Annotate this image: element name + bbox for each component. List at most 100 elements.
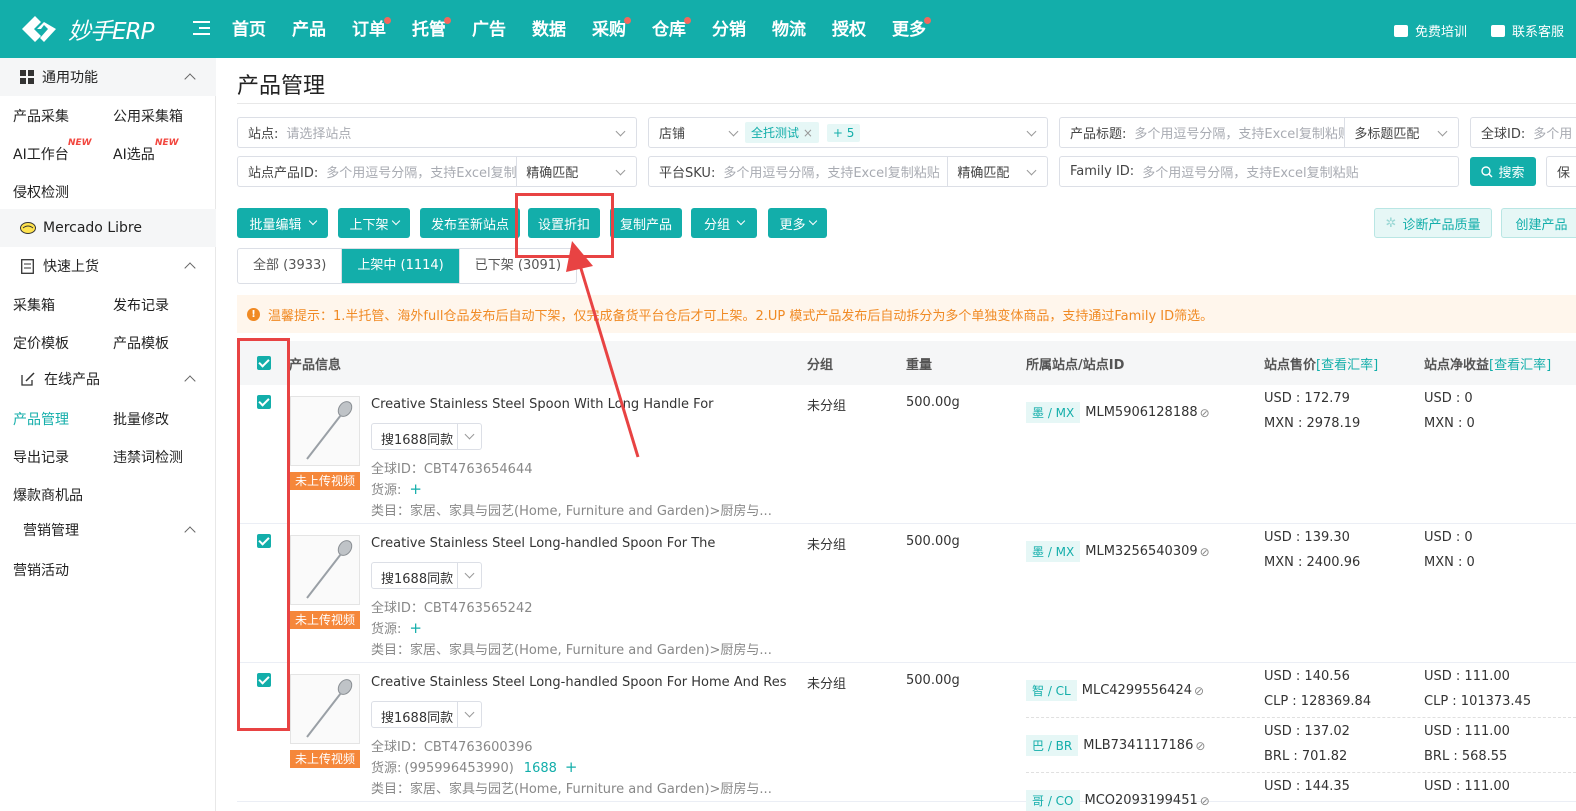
group-button[interactable]: 分组 <box>691 208 757 238</box>
sidebar-item-export-log[interactable]: 导出记录 <box>13 447 69 467</box>
chevron-up-icon[interactable] <box>184 526 196 538</box>
chevron-up-icon[interactable] <box>184 262 196 274</box>
product-name[interactable]: Creative Stainless Steel Long-handled Sp… <box>371 536 715 551</box>
exchange-rate-link[interactable]: [查看汇率] <box>1489 358 1551 373</box>
sidebar-item-ai-select[interactable]: AI选品 NEW <box>113 138 179 164</box>
site-cell: 智 / CL MLC4299556424 ⊘ <box>1026 680 1204 701</box>
search-button[interactable]: 搜索 <box>1470 157 1536 186</box>
copy-product-button[interactable]: 复制产品 <box>610 208 682 238</box>
close-icon[interactable]: × <box>803 126 813 140</box>
platform-sku-field[interactable]: 平台SKU: 多个用逗号分隔，支持Excel复制粘贴 精确匹配 <box>648 156 1048 187</box>
training-link[interactable]: 免费培训 <box>1394 21 1467 40</box>
product-name[interactable]: Creative Stainless Steel Long-handled Sp… <box>371 675 787 690</box>
sku-match-select[interactable]: 精确匹配 <box>948 162 1009 181</box>
global-id-field[interactable]: 全球ID: 多个用 <box>1470 117 1576 148</box>
product-name[interactable]: Creative Stainless Steel Spoon With Long… <box>371 397 714 412</box>
sidebar-item-marketing-activity[interactable]: 营销活动 <box>13 560 69 580</box>
nav-item[interactable]: 授权 <box>832 18 866 42</box>
nav-item[interactable]: 数据 <box>532 18 566 42</box>
site-id[interactable]: MCO2093199451 <box>1085 793 1198 808</box>
sidebar-item-collect-box[interactable]: 采集箱 <box>13 295 55 315</box>
link-icon[interactable]: ⊘ <box>1195 739 1205 753</box>
nav-item[interactable]: 分销 <box>712 18 746 42</box>
sidebar-section-online[interactable]: 在线产品 <box>0 360 216 398</box>
save-button[interactable]: 保 <box>1546 156 1576 187</box>
search-1688-button[interactable]: 搜1688同款 <box>371 701 482 728</box>
more-button[interactable]: 更多 <box>768 208 827 238</box>
sidebar-item-infringement[interactable]: 侵权检测 <box>13 182 69 202</box>
global-id-input[interactable]: 多个用 <box>1525 123 1572 142</box>
shop-tag[interactable]: 全托测试 × <box>745 122 819 143</box>
nav-item[interactable]: 物流 <box>772 18 806 42</box>
create-product-button[interactable]: 创建产品 <box>1501 208 1576 238</box>
monitor-icon <box>1394 24 1408 37</box>
sidebar-item-ai-workbench[interactable]: AI工作台 NEW <box>13 138 92 164</box>
sidebar-item-batch-modify[interactable]: 批量修改 <box>113 409 169 429</box>
nav-item[interactable]: 首页 <box>232 18 266 42</box>
nav-item[interactable]: 订单 <box>352 17 391 42</box>
sidebar-section-general[interactable]: 通用功能 <box>0 58 216 96</box>
shop-select[interactable]: 店铺 全托测试 × + 5 <box>648 117 1048 148</box>
link-icon[interactable]: ⊘ <box>1194 684 1204 698</box>
title-match-select[interactable]: 多标题匹配 <box>1345 123 1419 142</box>
sidebar-item-publish-log[interactable]: 发布记录 <box>113 295 169 315</box>
support-link[interactable]: 联系客服 <box>1491 21 1564 40</box>
sidebar-item-product-template[interactable]: 产品模板 <box>113 333 169 353</box>
site-id[interactable]: MLM5906128188 <box>1085 405 1197 420</box>
batch-edit-button[interactable]: 批量编辑 <box>237 208 328 238</box>
sku-input[interactable]: 多个用逗号分隔，支持Excel复制粘贴 <box>715 162 947 181</box>
search-button-label: 搜索 <box>1498 166 1525 181</box>
nav-item[interactable]: 广告 <box>472 18 506 42</box>
site-id[interactable]: MLB7341117186 <box>1083 738 1193 753</box>
nav-item[interactable]: 仓库 <box>652 17 691 42</box>
site-select[interactable]: 站点: 请选择站点 <box>237 117 637 148</box>
product-thumbnail[interactable] <box>290 535 360 605</box>
link-icon[interactable]: ⊘ <box>1200 794 1210 808</box>
top-navbar: 妙手ERP 首页 产品 订单 托管 广告 数据 采购 仓库 分销 物流 授权 更多 免费培训 联系客服 <box>0 0 1576 58</box>
link-icon[interactable]: ⊘ <box>1200 545 1210 559</box>
shelf-button[interactable]: 上下架 <box>338 208 410 238</box>
site-product-id-field[interactable]: 站点产品ID: 多个用逗号分隔，支持Excel复制粘 精确匹配 <box>237 156 637 187</box>
title-input[interactable]: 多个用逗号分隔，支持Excel复制粘贴 <box>1126 123 1344 142</box>
search-1688-button[interactable]: 搜1688同款 <box>371 423 482 450</box>
site-id[interactable]: MLC4299556424 <box>1082 683 1192 698</box>
nav-item[interactable]: 托管 <box>412 17 451 42</box>
product-thumbnail[interactable] <box>290 396 360 466</box>
publish-new-site-button[interactable]: 发布至新站点 <box>420 208 520 238</box>
sidebar-item-public-collect[interactable]: 公用采集箱 <box>113 106 183 126</box>
sidebar-item-hot-products[interactable]: 爆款商机品 <box>13 485 83 505</box>
sidebar-item-product-manage[interactable]: 产品管理 <box>13 409 69 429</box>
link-icon[interactable]: ⊘ <box>1200 406 1210 420</box>
product-thumbnail[interactable] <box>290 674 360 744</box>
diagnose-button[interactable]: ✲ 诊断产品质量 <box>1374 208 1492 238</box>
sidebar-platform[interactable]: Mercado Libre <box>0 209 216 247</box>
source-link[interactable]: 1688 <box>524 761 557 776</box>
status-tab[interactable]: 全部 (3933) <box>238 249 343 283</box>
sidebar-item-pricing-template[interactable]: 定价模板 <box>13 333 69 353</box>
search-1688-button[interactable]: 搜1688同款 <box>371 562 482 589</box>
nav-item[interactable]: 更多 <box>892 17 931 42</box>
family-id-field[interactable]: Family ID: 多个用逗号分隔，支持Excel复制粘贴 <box>1059 156 1459 187</box>
site-id[interactable]: MLM3256540309 <box>1085 544 1197 559</box>
sidebar-item-banned-words[interactable]: 违禁词检测 <box>113 447 183 467</box>
family-input[interactable]: 多个用逗号分隔，支持Excel复制粘贴 <box>1134 162 1358 181</box>
add-source-icon[interactable]: + <box>409 480 422 498</box>
site-pid-match-select[interactable]: 精确匹配 <box>517 162 578 181</box>
add-source-icon[interactable]: + <box>565 758 578 776</box>
sidebar-section-marketing[interactable]: 营销管理 <box>0 511 216 549</box>
app-logo[interactable]: 妙手ERP <box>18 12 154 46</box>
nav-item-label: 订单 <box>352 20 386 40</box>
menu-toggle-icon[interactable] <box>193 21 210 35</box>
chevron-up-icon[interactable] <box>184 375 196 387</box>
exchange-rate-link[interactable]: [查看汇率] <box>1316 358 1378 373</box>
chevron-up-icon[interactable] <box>184 73 196 85</box>
sidebar-section-quick[interactable]: 快速上货 <box>0 247 216 285</box>
title-field[interactable]: 产品标题: 多个用逗号分隔，支持Excel复制粘贴 多标题匹配 <box>1059 117 1459 148</box>
site-pid-input[interactable]: 多个用逗号分隔，支持Excel复制粘 <box>318 162 516 181</box>
nav-item[interactable]: 采购 <box>592 17 631 42</box>
create-label: 创建产品 <box>1515 217 1568 233</box>
add-source-icon[interactable]: + <box>409 619 422 637</box>
sidebar-item-product-collect[interactable]: 产品采集 <box>13 106 69 126</box>
nav-item[interactable]: 产品 <box>292 18 326 42</box>
status-tab[interactable]: 上架中 (1114) <box>342 249 460 283</box>
